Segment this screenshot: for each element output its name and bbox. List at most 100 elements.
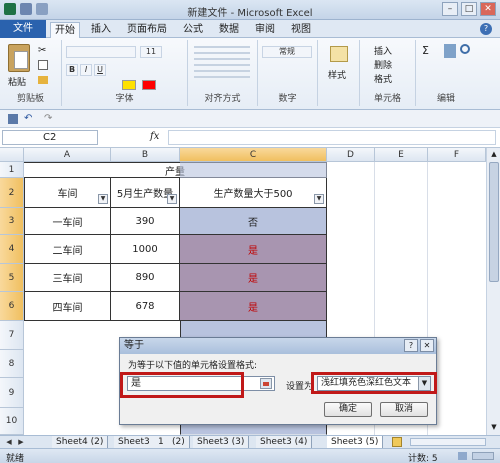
tab-review[interactable]: 审阅	[250, 22, 280, 38]
tab-insert[interactable]: 插入	[86, 22, 116, 38]
last-sheet-icon[interactable]: ▶	[16, 437, 26, 447]
first-sheet-icon[interactable]: ◀	[4, 437, 14, 447]
row-header-10[interactable]: 10	[0, 408, 24, 435]
view-normal-icon[interactable]	[458, 452, 467, 460]
function-icon[interactable]: fx	[150, 131, 159, 142]
ok-button[interactable]: 确定	[324, 402, 372, 417]
insert-button[interactable]: 插入	[374, 44, 392, 57]
header-cell-a[interactable]: 车间 ▼	[24, 178, 111, 208]
font-name-select[interactable]	[66, 46, 136, 58]
paste-icon[interactable]	[8, 44, 30, 72]
row-header-8[interactable]: 8	[0, 350, 24, 378]
cancel-button[interactable]: 取消	[380, 402, 428, 417]
tab-page-layout[interactable]: 页面布局	[122, 22, 172, 38]
table-cell[interactable]: 是	[180, 264, 327, 292]
header-cell-c[interactable]: 生产数量大于500 ▼	[180, 178, 327, 208]
autosum-icon[interactable]: Σ	[422, 44, 429, 57]
row-header-1[interactable]: 1	[0, 162, 24, 178]
tab-view[interactable]: 视图	[286, 22, 316, 38]
row-header-7[interactable]: 7	[0, 321, 24, 350]
table-cell[interactable]: 四车间	[24, 292, 111, 321]
minimize-button[interactable]: –	[442, 2, 458, 16]
sheet-tab[interactable]: Sheet3 (4)	[256, 436, 313, 448]
column-header-e[interactable]: E	[375, 148, 428, 162]
column-header-c[interactable]: C	[180, 148, 327, 162]
set-as-label: 设置为	[286, 382, 314, 392]
row-header-3[interactable]: 3	[0, 208, 24, 235]
format-button[interactable]: 格式	[374, 72, 392, 85]
sort-filter-icon[interactable]	[444, 44, 456, 58]
zoom-level-icon[interactable]	[472, 452, 494, 460]
delete-button[interactable]: 删除	[374, 58, 392, 71]
help-icon[interactable]: ?	[480, 23, 492, 35]
tab-home[interactable]: 开始	[50, 22, 80, 38]
scrollbar-thumb[interactable]	[489, 162, 499, 282]
cells-group: 插入 删除 格式 单元格	[360, 40, 416, 106]
help-icon[interactable]: ?	[404, 339, 418, 352]
table-cell[interactable]: 是	[180, 235, 327, 264]
row-header-6[interactable]: 6	[0, 292, 24, 321]
redo-icon[interactable]: ↷	[44, 113, 52, 124]
sheet-tab[interactable]: 1	[154, 436, 169, 448]
number-format-select[interactable]: 常规	[262, 46, 312, 58]
align-icons[interactable]	[194, 46, 250, 82]
table-cell[interactable]: 一车间	[24, 208, 111, 235]
sheet-tab[interactable]: Sheet3	[114, 436, 155, 448]
table-cell[interactable]: 否	[180, 208, 327, 235]
close-button[interactable]: ✕	[480, 2, 496, 16]
range-select-icon[interactable]	[260, 378, 272, 389]
scroll-down-arrow-icon[interactable]: ▼	[489, 423, 499, 433]
column-header-d[interactable]: D	[327, 148, 375, 162]
column-header-b[interactable]: B	[111, 148, 180, 162]
row-header-5[interactable]: 5	[0, 264, 24, 292]
styles-icon[interactable]	[330, 46, 348, 62]
bold-button[interactable]: B	[66, 64, 78, 76]
copy-icon[interactable]	[38, 60, 48, 70]
row-header-4[interactable]: 4	[0, 235, 24, 264]
italic-button[interactable]: I	[80, 64, 92, 76]
row-header-9[interactable]: 9	[0, 378, 24, 408]
filter-dropdown-icon[interactable]: ▼	[167, 194, 177, 204]
filter-dropdown-icon[interactable]: ▼	[98, 194, 108, 204]
table-cell[interactable]: 三车间	[24, 264, 111, 292]
horizontal-scrollbar[interactable]	[410, 438, 486, 446]
table-cell[interactable]: 678	[111, 292, 180, 321]
tab-formulas[interactable]: 公式	[178, 22, 208, 38]
sheet-tab[interactable]: (2)	[168, 436, 190, 448]
column-header-a[interactable]: A	[24, 148, 111, 162]
name-box[interactable]: C2	[2, 130, 98, 145]
save-icon[interactable]	[8, 114, 18, 124]
select-all-corner[interactable]	[0, 148, 24, 162]
font-size-select[interactable]: 11	[140, 46, 162, 58]
fill-color-icon[interactable]	[122, 80, 136, 90]
find-icon[interactable]	[460, 44, 470, 54]
tab-data[interactable]: 数据	[214, 22, 244, 38]
sheet-tab[interactable]: Sheet3 (3)	[193, 436, 250, 448]
formula-input[interactable]	[168, 130, 496, 145]
undo-icon[interactable]: ↶	[24, 113, 32, 124]
column-header-f[interactable]: F	[428, 148, 486, 162]
maximize-button[interactable]: □	[461, 2, 477, 16]
vertical-scrollbar[interactable]: ▲ ▼	[486, 148, 500, 435]
scroll-up-arrow-icon[interactable]: ▲	[489, 150, 499, 160]
filter-dropdown-icon[interactable]: ▼	[314, 194, 324, 204]
paste-label[interactable]: 粘贴	[8, 75, 26, 88]
styles-group: 样式	[318, 40, 360, 106]
table-cell[interactable]: 是	[180, 292, 327, 321]
styles-button-label[interactable]: 样式	[328, 68, 346, 81]
cut-icon[interactable]: ✂	[38, 45, 46, 56]
table-cell[interactable]: 390	[111, 208, 180, 235]
table-cell[interactable]: 二车间	[24, 235, 111, 264]
format-painter-icon[interactable]	[38, 76, 48, 84]
table-cell[interactable]: 890	[111, 264, 180, 292]
font-color-icon[interactable]	[142, 80, 156, 90]
underline-button[interactable]: U	[94, 64, 106, 76]
tab-file[interactable]: 文件	[0, 20, 46, 38]
table-cell[interactable]: 1000	[111, 235, 180, 264]
close-icon[interactable]: ✕	[420, 339, 434, 352]
insert-sheet-icon[interactable]	[392, 437, 402, 447]
row-header-2[interactable]: 2	[0, 178, 24, 208]
header-cell-b[interactable]: 5月生产数量 ▼	[111, 178, 180, 208]
sheet-tab-active[interactable]: Sheet3 (5)	[327, 436, 384, 448]
sheet-tab[interactable]: Sheet4 (2)	[52, 436, 109, 448]
